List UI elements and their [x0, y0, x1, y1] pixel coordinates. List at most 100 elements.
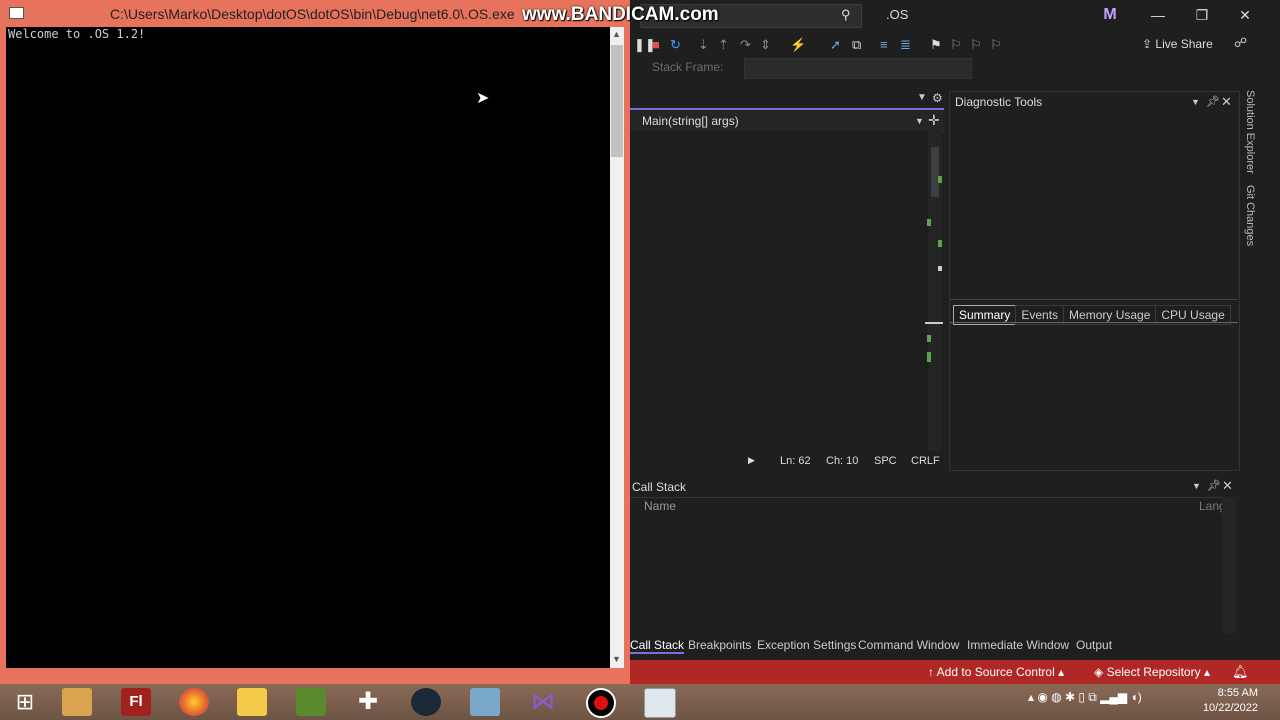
split-icon[interactable]: ✛ — [928, 112, 940, 129]
change-marker — [927, 352, 931, 362]
play-icon[interactable]: ▶ — [748, 455, 755, 466]
indent-icon[interactable]: ≡ — [880, 37, 888, 52]
scroll-thumb[interactable] — [931, 147, 939, 197]
line-ending[interactable]: CRLF — [911, 455, 940, 467]
avatar[interactable]: M — [1101, 6, 1119, 24]
stack-frame-label: Stack Frame: — [652, 60, 724, 74]
date: 10/22/2022 — [1202, 702, 1258, 714]
search-icon: ⚲ — [841, 7, 851, 22]
diagnostic-tabs: Summary Events Memory Usage CPU Usage — [953, 305, 1231, 325]
solution-name: .OS — [886, 7, 909, 22]
add-source-control-button[interactable]: ↑ Add to Source Control ▴ — [928, 665, 1064, 679]
whitespace-mode[interactable]: SPC — [874, 455, 897, 467]
steam-icon[interactable] — [411, 688, 441, 716]
restart-icon[interactable]: ↻ — [670, 37, 681, 53]
maximize-button[interactable]: ❐ — [1191, 5, 1213, 25]
live-share-label: Live Share — [1155, 37, 1213, 51]
pin-icon[interactable]: 📌︎ — [1207, 479, 1221, 492]
system-tray-icons[interactable]: ▴ ◉ ◍ ✱ ▯ ⧉ ▂▄▆ ◖) — [1028, 690, 1142, 705]
visual-studio-icon[interactable]: ⋈ — [528, 688, 558, 716]
minimize-button[interactable]: — — [1147, 5, 1169, 25]
scroll-down-icon[interactable]: ▼ — [612, 654, 621, 664]
threads-icon[interactable]: ⧉ — [852, 37, 861, 53]
share-icon: ⇪ — [1142, 37, 1156, 51]
bookmark-clear-icon[interactable]: ⚐ — [990, 37, 1002, 53]
git-changes-tab[interactable]: Git Changes — [1244, 185, 1256, 246]
bookmark-next-icon[interactable]: ⚐ — [970, 37, 982, 53]
minecraft-icon[interactable] — [296, 688, 326, 716]
game-app-icon[interactable] — [470, 688, 500, 716]
slack-icon[interactable]: ✚ — [353, 688, 383, 716]
tab-breakpoints[interactable]: Breakpoints — [688, 638, 751, 652]
line-number[interactable]: Ln: 62 — [780, 455, 811, 467]
firefox-icon[interactable] — [179, 688, 209, 716]
console-window: C:\Users\Marko\Desktop\dotOS\dotOS\bin\D… — [0, 0, 630, 684]
stack-frame-dropdown[interactable] — [744, 58, 972, 79]
hot-reload-icon[interactable]: ⚡ — [790, 37, 806, 53]
bottom-tab-strip: Call Stack Breakpoints Exception Setting… — [630, 636, 1280, 656]
file-explorer-old-icon[interactable] — [62, 688, 92, 716]
notepad-icon[interactable] — [644, 688, 676, 718]
divider — [630, 497, 1238, 498]
editor-tab-bar: ▼ ⚙ — [630, 91, 944, 107]
column-number[interactable]: Ch: 10 — [826, 455, 858, 467]
repository-label: Select Repository — [1106, 665, 1201, 679]
divider — [950, 299, 1238, 300]
flash-icon[interactable]: Fl — [121, 688, 151, 716]
show-next-icon[interactable]: ⇕ — [760, 37, 771, 53]
tab-immediate-window[interactable]: Immediate Window — [967, 638, 1069, 652]
diagnostic-tools-panel — [949, 91, 1240, 471]
editor-status-bar: ▶ Ln: 62 Ch: 10 SPC CRLF — [630, 451, 944, 471]
bookmark-prev-icon[interactable]: ⚐ — [950, 37, 962, 53]
chevron-down-icon[interactable]: ▼ — [917, 92, 927, 103]
stop-icon[interactable]: ■ — [652, 37, 660, 52]
close-icon[interactable]: ✕ — [1221, 94, 1232, 110]
call-stack-panel: Call Stack ▼ 📌︎ ✕ Name Lang — [630, 477, 1238, 635]
step-out-icon[interactable]: ↷ — [740, 37, 751, 53]
vs-status-bar: ↑ Add to Source Control ▴ ◈ Select Repos… — [630, 660, 1280, 684]
pin-icon[interactable]: 📌︎ — [1206, 95, 1220, 108]
chevron-down-icon[interactable]: ▼ — [1192, 481, 1201, 491]
feedback-icon[interactable]: ☍ — [1234, 35, 1247, 51]
step-into-icon[interactable]: ⇣ — [698, 37, 709, 53]
chevron-down-icon[interactable]: ▼ — [915, 116, 924, 126]
change-marker — [938, 176, 942, 183]
solution-explorer-tab[interactable]: Solution Explorer — [1244, 90, 1256, 174]
divider — [950, 322, 1238, 323]
chevron-down-icon[interactable]: ▼ — [1191, 97, 1200, 107]
method-dropdown[interactable]: Main(string[] args) — [642, 114, 739, 128]
step-over-icon[interactable]: ⇡ — [718, 37, 729, 53]
clock[interactable]: 8:55 AM 10/22/2022 — [1200, 687, 1258, 714]
close-icon[interactable]: ✕ — [1222, 478, 1233, 494]
close-button[interactable]: ✕ — [1234, 5, 1256, 25]
record-icon[interactable] — [586, 688, 616, 718]
tab-command-window[interactable]: Command Window — [858, 638, 959, 652]
select-repository-button[interactable]: ◈ Select Repository ▴ — [1094, 665, 1210, 679]
live-share-button[interactable]: ⇪ Live Share — [1142, 37, 1213, 51]
tab-call-stack[interactable]: Call Stack — [630, 638, 685, 654]
console-output-area[interactable] — [6, 27, 610, 668]
bookmark-icon[interactable]: ⚑ — [930, 37, 942, 53]
outdent-icon[interactable]: ≣ — [900, 37, 911, 53]
windows-start-icon[interactable]: ⊞ — [10, 688, 40, 716]
tab-exception-settings[interactable]: Exception Settings — [757, 638, 856, 652]
change-marker — [927, 219, 931, 226]
gear-icon[interactable]: ⚙ — [932, 91, 943, 105]
folder-icon[interactable] — [237, 688, 267, 716]
code-editor[interactable] — [630, 131, 928, 451]
bandicam-watermark: www.BANDICAM.com — [522, 4, 719, 25]
console-scrollbar[interactable]: ▲ ▼ — [610, 27, 624, 668]
tab-output[interactable]: Output — [1076, 638, 1112, 652]
console-title: C:\Users\Marko\Desktop\dotOS\dotOS\bin\D… — [110, 6, 515, 22]
call-stack-scrollbar[interactable] — [1222, 497, 1236, 633]
column-header-name[interactable]: Name — [644, 499, 676, 513]
scroll-up-icon[interactable]: ▲ — [612, 29, 621, 39]
viewport-indicator — [925, 322, 943, 324]
cursor-marker — [938, 266, 942, 271]
scroll-thumb[interactable] — [611, 45, 623, 157]
console-app-icon — [9, 7, 24, 19]
notifications-icon[interactable]: 🔔︎ — [1232, 664, 1249, 680]
time: 8:55 AM — [1217, 687, 1258, 699]
diagnostic-tools-title: Diagnostic Tools — [955, 95, 1043, 109]
cursor-icon[interactable]: ➚ — [830, 37, 841, 53]
